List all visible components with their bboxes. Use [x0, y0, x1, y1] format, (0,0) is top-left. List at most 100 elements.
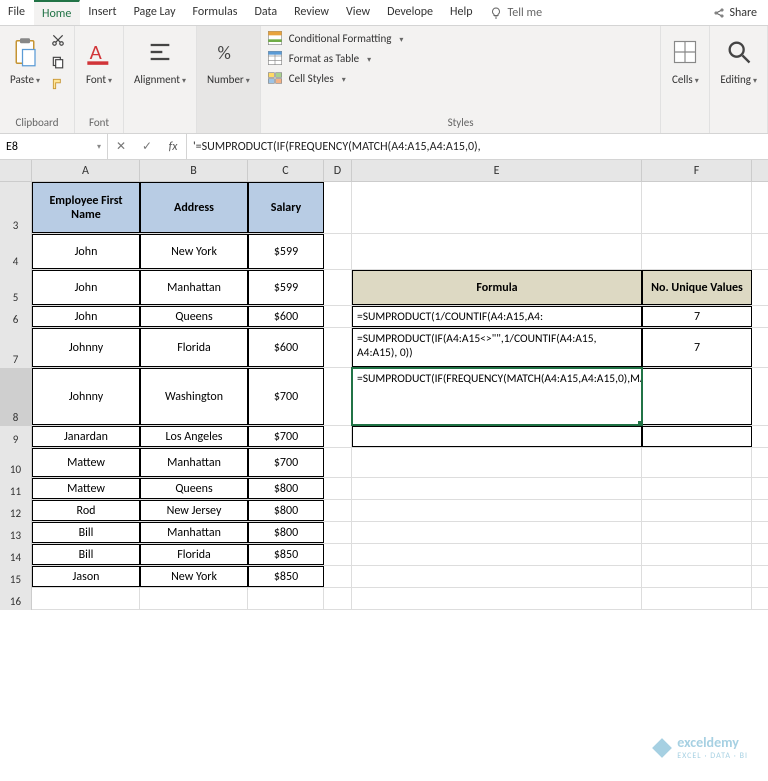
- cut-button[interactable]: [48, 30, 68, 50]
- fx-button[interactable]: fx: [160, 140, 186, 154]
- cell-E14[interactable]: [352, 544, 642, 565]
- cell-E3[interactable]: [352, 182, 642, 233]
- cell-A8[interactable]: Johnny: [32, 368, 140, 425]
- accept-formula-button[interactable]: ✓: [134, 139, 160, 154]
- cell-C5[interactable]: $599: [248, 270, 324, 305]
- cell-A6[interactable]: John: [32, 306, 140, 327]
- cell-E7[interactable]: =SUMPRODUCT(IF(A4:A15<>"",1/COUNTIF(A4:A…: [352, 328, 642, 367]
- tab-file[interactable]: File: [0, 0, 34, 25]
- cell-C10[interactable]: $700: [248, 448, 324, 477]
- paste-button[interactable]: Paste: [6, 30, 44, 90]
- cell-D11[interactable]: [324, 478, 352, 499]
- row-header-16[interactable]: 16: [0, 588, 32, 610]
- cell-D10[interactable]: [324, 448, 352, 477]
- tab-review[interactable]: Review: [286, 0, 338, 25]
- copy-button[interactable]: [48, 52, 68, 72]
- cell-E12[interactable]: [352, 500, 642, 521]
- cell-A16[interactable]: [32, 588, 140, 609]
- format-painter-button[interactable]: [48, 74, 68, 94]
- tab-help[interactable]: Help: [442, 0, 482, 25]
- cell-F10[interactable]: [642, 448, 752, 477]
- cell-F9[interactable]: [642, 426, 752, 447]
- select-all-corner[interactable]: [0, 160, 32, 181]
- tell-me[interactable]: Tell me: [482, 0, 552, 25]
- cell-C4[interactable]: $599: [248, 234, 324, 269]
- cell-E6[interactable]: =SUMPRODUCT(1/COUNTIF(A4:A15,A4:: [352, 306, 642, 327]
- cell-C7[interactable]: $600: [248, 328, 324, 367]
- cell-A11[interactable]: Mattew: [32, 478, 140, 499]
- tab-developer[interactable]: Develope: [379, 0, 442, 25]
- cell-E5[interactable]: Formula: [352, 270, 642, 305]
- row-header-13[interactable]: 13: [0, 522, 32, 544]
- row-header-7[interactable]: 7: [0, 328, 32, 368]
- cell-C9[interactable]: $700: [248, 426, 324, 447]
- cancel-formula-button[interactable]: ✕: [108, 139, 134, 154]
- cell-D8[interactable]: [324, 368, 352, 425]
- cell-B4[interactable]: New York: [140, 234, 248, 269]
- cell-F8[interactable]: [642, 368, 752, 425]
- cell-E9[interactable]: [352, 426, 642, 447]
- cell-E16[interactable]: [352, 588, 642, 609]
- row-header-6[interactable]: 6: [0, 306, 32, 328]
- alignment-button[interactable]: Alignment: [130, 30, 190, 90]
- cell-C6[interactable]: $600: [248, 306, 324, 327]
- conditional-formatting-button[interactable]: Conditional Formatting: [267, 30, 404, 46]
- row-header-3[interactable]: 3: [0, 182, 32, 234]
- cell-F14[interactable]: [642, 544, 752, 565]
- cell-C16[interactable]: [248, 588, 324, 609]
- row-header-10[interactable]: 10: [0, 448, 32, 478]
- cell-B12[interactable]: New Jersey: [140, 500, 248, 521]
- cell-C14[interactable]: $850: [248, 544, 324, 565]
- number-button[interactable]: % Number: [203, 30, 254, 90]
- cell-D5[interactable]: [324, 270, 352, 305]
- cell-A7[interactable]: Johnny: [32, 328, 140, 367]
- share-button[interactable]: Share: [705, 0, 768, 25]
- cell-D12[interactable]: [324, 500, 352, 521]
- formula-input[interactable]: '=SUMPRODUCT(IF(FREQUENCY(MATCH(A4:A15,A…: [187, 134, 768, 159]
- col-header-C[interactable]: C: [248, 160, 324, 181]
- row-header-11[interactable]: 11: [0, 478, 32, 500]
- cell-F11[interactable]: [642, 478, 752, 499]
- cell-C12[interactable]: $800: [248, 500, 324, 521]
- cell-E11[interactable]: [352, 478, 642, 499]
- cell-C13[interactable]: $800: [248, 522, 324, 543]
- cell-A13[interactable]: Bill: [32, 522, 140, 543]
- cell-B9[interactable]: Los Angeles: [140, 426, 248, 447]
- col-header-B[interactable]: B: [140, 160, 248, 181]
- cell-B16[interactable]: [140, 588, 248, 609]
- cell-B5[interactable]: Manhattan: [140, 270, 248, 305]
- cell-F12[interactable]: [642, 500, 752, 521]
- cell-F6[interactable]: 7: [642, 306, 752, 327]
- cell-F3[interactable]: [642, 182, 752, 233]
- cell-D13[interactable]: [324, 522, 352, 543]
- cells-button[interactable]: Cells: [667, 30, 703, 90]
- cell-D6[interactable]: [324, 306, 352, 327]
- cell-D7[interactable]: [324, 328, 352, 367]
- cell-F16[interactable]: [642, 588, 752, 609]
- tab-page-layout[interactable]: Page Lay: [126, 0, 185, 25]
- cell-F15[interactable]: [642, 566, 752, 587]
- cell-C8[interactable]: $700: [248, 368, 324, 425]
- cell-F5[interactable]: No. Unique Values: [642, 270, 752, 305]
- name-box[interactable]: E8 ▾: [0, 134, 108, 159]
- cell-F4[interactable]: [642, 234, 752, 269]
- tab-insert[interactable]: Insert: [80, 0, 125, 25]
- cell-E13[interactable]: [352, 522, 642, 543]
- cell-C3[interactable]: Salary: [248, 182, 324, 233]
- tab-formulas[interactable]: Formulas: [185, 0, 247, 25]
- col-header-F[interactable]: F: [642, 160, 752, 181]
- cell-styles-button[interactable]: Cell Styles: [267, 70, 404, 86]
- cell-D4[interactable]: [324, 234, 352, 269]
- col-header-A[interactable]: A: [32, 160, 140, 181]
- cell-B3[interactable]: Address: [140, 182, 248, 233]
- font-button[interactable]: A Font: [81, 30, 117, 90]
- cell-C15[interactable]: $850: [248, 566, 324, 587]
- cell-A3[interactable]: Employee First Name: [32, 182, 140, 233]
- cell-A10[interactable]: Mattew: [32, 448, 140, 477]
- col-header-E[interactable]: E: [352, 160, 642, 181]
- editing-button[interactable]: Editing: [716, 30, 761, 90]
- row-header-8[interactable]: 8: [0, 368, 32, 426]
- cell-A14[interactable]: Bill: [32, 544, 140, 565]
- cell-E4[interactable]: [352, 234, 642, 269]
- cell-E10[interactable]: [352, 448, 642, 477]
